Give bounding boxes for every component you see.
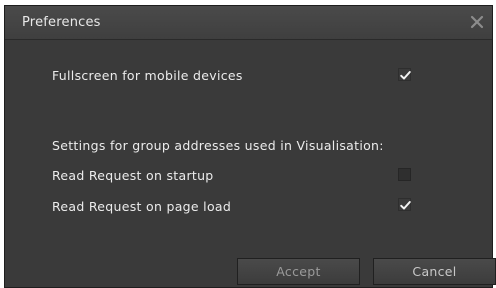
read-startup-checkbox[interactable]	[398, 168, 411, 181]
dialog-title: Preferences	[22, 15, 101, 30]
preferences-dialog: Preferences Fullscreen for mobile device…	[4, 5, 496, 288]
accept-button[interactable]: Accept	[237, 258, 360, 285]
group-settings-heading: Settings for group addresses used in Vis…	[52, 138, 384, 153]
close-icon[interactable]	[468, 13, 486, 31]
read-startup-label: Read Request on startup	[52, 168, 214, 183]
read-pageload-label: Read Request on page load	[52, 199, 232, 214]
fullscreen-label: Fullscreen for mobile devices	[52, 68, 243, 83]
checkmark-icon	[400, 71, 411, 80]
read-pageload-checkbox[interactable]	[398, 198, 411, 211]
checkmark-icon	[400, 201, 411, 210]
cancel-button[interactable]: Cancel	[373, 258, 496, 285]
fullscreen-checkbox[interactable]	[398, 68, 411, 81]
dialog-titlebar: Preferences	[5, 6, 492, 40]
